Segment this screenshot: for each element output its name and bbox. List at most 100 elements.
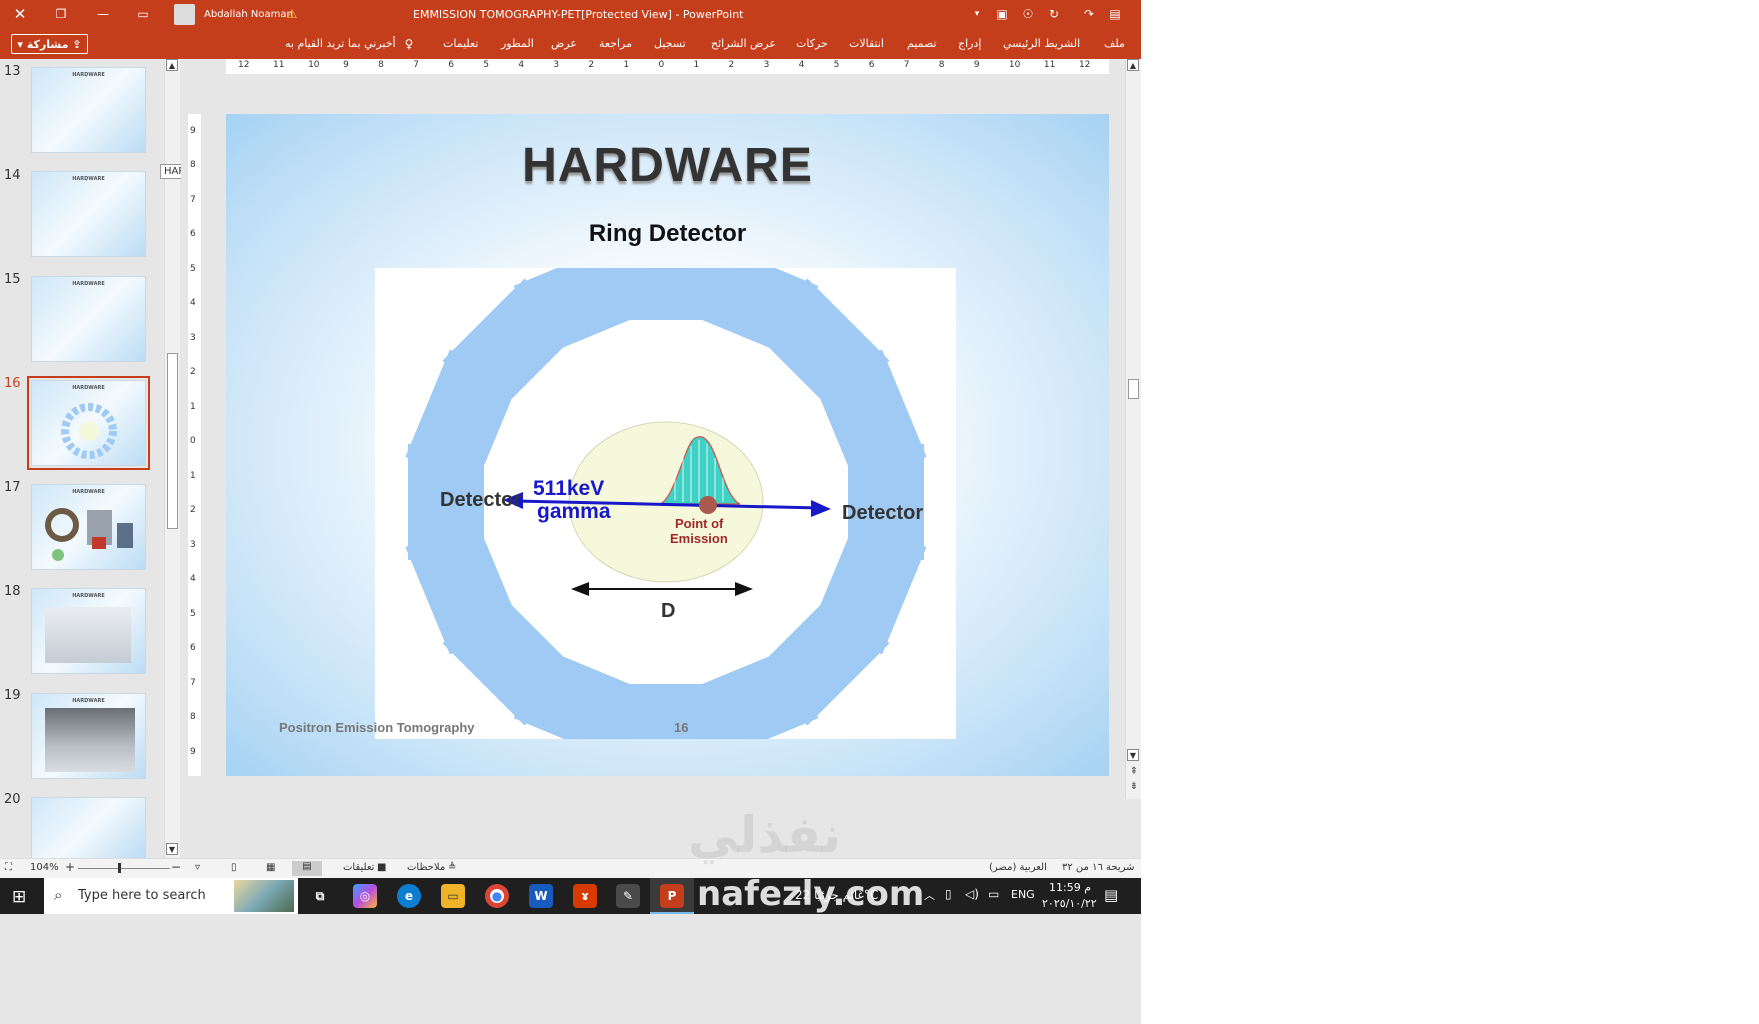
tab-home[interactable]: الشريط الرئيسي [1003, 37, 1080, 50]
copilot-icon[interactable]: ◎ [353, 884, 377, 908]
slide-title[interactable]: HARDWARE [226, 138, 1109, 193]
ribbon-tabs: ▾ مشاركة ⇪ أخبرني بما تريد القيام به ♀ ت… [0, 29, 1141, 59]
start-slideshow-icon[interactable]: ▣ [995, 7, 1009, 21]
reading-view-icon[interactable]: ▯ [231, 862, 237, 873]
ruler-tick: 10 [308, 60, 320, 70]
slide-footer[interactable]: Positron Emission Tomography [279, 720, 475, 735]
tab-design[interactable]: تصميم [907, 37, 937, 50]
ribbon-display-icon[interactable]: ▭ [136, 7, 150, 21]
show-hidden-icons-icon[interactable]: ︿ [924, 887, 935, 903]
clock-time[interactable]: 11:59 م [1049, 881, 1091, 894]
scroll-down-icon[interactable]: ▼ [1127, 749, 1139, 761]
file-explorer-icon[interactable]: ▭ [441, 884, 465, 908]
ruler-tick: 7 [413, 60, 419, 70]
tab-file[interactable]: ملف [1104, 37, 1125, 50]
network-icon[interactable]: ▭ [988, 887, 999, 901]
warning-icon: ⚠ [286, 7, 298, 21]
powerpoint-taskbar-item[interactable]: P [650, 878, 694, 914]
taskbar-search-box[interactable]: ⌕ Type here to search [44, 878, 298, 914]
slideshow-view-icon[interactable]: ▿ [195, 862, 200, 873]
repeat-icon[interactable]: ↻ [1047, 7, 1061, 21]
save-icon[interactable]: ▤ [1108, 7, 1122, 21]
scroll-up-icon[interactable]: ▲ [166, 59, 178, 71]
slide-thumbnail-15[interactable]: HARDWARE [31, 276, 146, 362]
acrobat-icon[interactable]: ɤ [573, 884, 597, 908]
detector-label-right: Detector [842, 502, 923, 524]
slide-canvas[interactable]: HARDWARE Ring Detector Detector Detector… [226, 114, 1109, 776]
slide-sorter-icon[interactable]: ▦ [266, 862, 275, 873]
notification-icon[interactable]: ▤ [1104, 886, 1118, 904]
slide-subtitle[interactable]: Ring Detector [226, 220, 1109, 248]
detector-label-left: Detector [440, 489, 521, 511]
input-language[interactable]: ENG [1011, 888, 1035, 901]
notes-button[interactable]: ملاحظات [407, 862, 445, 873]
slide-counter: شريحة ١٦ من ٣٢ [1062, 862, 1135, 873]
next-slide-icon[interactable]: ⇟ [1127, 779, 1141, 793]
scroll-thumb[interactable] [167, 353, 178, 529]
task-view-icon[interactable]: ⧉ [308, 884, 332, 908]
windows-start-icon[interactable]: ⊞ [12, 887, 26, 907]
energy-label: 511keV [533, 477, 604, 500]
slide-number[interactable]: 16 [674, 720, 688, 735]
avatar[interactable] [174, 4, 195, 25]
volume-icon[interactable]: ◁) [965, 887, 979, 901]
ruler-tick: 9 [190, 126, 196, 136]
restore-icon[interactable]: ❐ [54, 7, 68, 21]
zoom-level[interactable]: 104% [30, 862, 59, 873]
slide-thumbnail-18[interactable]: HARDWARE [31, 588, 146, 674]
clock-date[interactable]: ٢٠٢٥/١٠/٢٢ [1042, 897, 1097, 910]
minimize-icon[interactable]: — [96, 7, 110, 21]
tab-help[interactable]: تعليمات [443, 37, 478, 50]
chrome-icon[interactable]: ● [485, 884, 509, 908]
watermark-latin: nafezly.com [697, 874, 925, 914]
undo-icon[interactable]: ↷ [1082, 7, 1096, 21]
slide-thumbnail-14[interactable]: HARDWARE [31, 171, 146, 257]
language-indicator[interactable]: العربية (مصر) [989, 862, 1047, 873]
paint-icon[interactable]: ✎ [616, 884, 640, 908]
slide-thumbnail-19[interactable]: HARDWARE [31, 693, 146, 779]
scroll-up-icon[interactable]: ▲ [1127, 59, 1139, 71]
tab-developer[interactable]: المطور [501, 37, 534, 50]
scanner-photo [45, 607, 131, 663]
ruler-tick: 2 [728, 60, 735, 70]
word-icon[interactable]: W [529, 884, 553, 908]
tab-transitions[interactable]: انتقالات [849, 37, 884, 50]
slide-scrollbar[interactable]: ▲ ▼ ⇞ ⇟ [1125, 59, 1141, 799]
slide-thumbnail-13[interactable]: HARDWARE [31, 67, 146, 153]
tell-me-box[interactable]: أخبرني بما تريد القيام به [285, 37, 396, 50]
zoom-slider-thumb[interactable] [118, 863, 121, 873]
emission-point-icon [699, 496, 717, 514]
zoom-slider[interactable] [78, 868, 170, 869]
normal-view-icon[interactable]: ▤ [292, 861, 322, 876]
zoom-out-icon[interactable]: − [171, 860, 181, 874]
ruler-tick: 5 [833, 60, 840, 70]
thumb-number: 17 [4, 480, 21, 495]
user-name[interactable]: Abdallah Noaman [204, 8, 293, 22]
comments-button[interactable]: تعليقات [343, 862, 374, 873]
ruler-tick: 10 [1008, 60, 1021, 70]
scroll-thumb[interactable] [1128, 379, 1139, 399]
touch-mode-icon[interactable]: ☉ [1021, 7, 1035, 21]
tab-review[interactable]: مراجعة [599, 37, 632, 50]
ruler-tick: 7 [190, 677, 196, 688]
previous-slide-icon[interactable]: ⇞ [1127, 764, 1141, 778]
share-icon: ⇪ [72, 37, 82, 51]
battery-icon[interactable]: ▯ [945, 887, 952, 901]
fit-slide-icon[interactable]: ⛶ [5, 862, 12, 873]
scroll-down-icon[interactable]: ▼ [166, 843, 178, 855]
close-icon[interactable]: ✕ [13, 5, 27, 23]
tab-insert[interactable]: إدراج [958, 37, 981, 50]
slide-thumbnail-17[interactable]: HARDWARE [31, 484, 146, 570]
ruler-tick: 6 [190, 229, 196, 240]
zoom-in-icon[interactable]: + [65, 860, 75, 874]
share-button[interactable]: ▾ مشاركة ⇪ [11, 34, 88, 54]
tab-animations[interactable]: حركات [796, 37, 828, 50]
customize-qat-icon[interactable]: ▾ [970, 7, 984, 21]
tab-record[interactable]: تسجيل [654, 37, 686, 50]
slide-thumbnail-16[interactable]: HARDWARE [27, 376, 150, 470]
slide-thumbnail-20[interactable] [31, 797, 146, 859]
tab-view[interactable]: عرض [551, 37, 577, 50]
edge-icon[interactable]: e [397, 884, 421, 908]
ring-detector-image[interactable]: Detector Detector 511keV gamma Point of … [375, 241, 956, 763]
tab-slideshow[interactable]: عرض الشرائح [711, 37, 776, 50]
